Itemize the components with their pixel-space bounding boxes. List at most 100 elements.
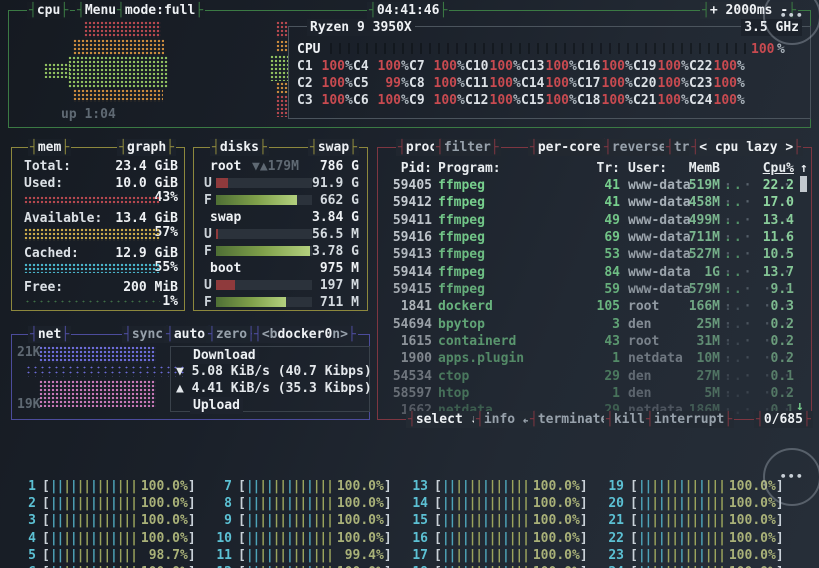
process-cpu: 22.2: [740, 177, 794, 194]
disk-used-value: 197 M: [320, 277, 359, 294]
process-row[interactable]: 1841 dockerd 105 root 166M · · · · .. 0.…: [378, 298, 811, 315]
core-meter-value: 100.0%: [530, 547, 580, 564]
core-label: C8: [409, 75, 433, 92]
process-row[interactable]: 59415 ffmpeg 59 www-data 579M · · · · ..…: [378, 281, 811, 298]
meter-close-bracket: ]: [776, 547, 784, 564]
process-row[interactable]: 59416 ffmpeg 69 www-data 711M · · · · ..…: [378, 229, 811, 246]
disk-free-bar: [216, 246, 312, 256]
meter-open-bracket: [: [630, 564, 638, 568]
core-meter-row: 6 [ ||||||||||||| 100.0% ]: [12, 564, 208, 568]
process-row[interactable]: 54694 bpytop 3 den 25M · · · · .. 0.2: [378, 316, 811, 333]
core-value: 100: [377, 58, 401, 75]
core-percent-sign: %: [513, 75, 521, 92]
meter-bar: |||||||||||||: [50, 495, 138, 512]
core-meter-value: 100.0%: [726, 530, 776, 547]
column-header-user[interactable]: User:: [628, 160, 667, 177]
meter-bar: |||||||||||||: [442, 495, 530, 512]
core-label: C21: [633, 92, 657, 109]
meter-bar: |||||||||||||: [638, 547, 726, 564]
disk-total: 3.84 G: [312, 209, 359, 226]
column-header-program[interactable]: Program:: [438, 160, 501, 177]
core-value: 100: [433, 75, 457, 92]
process-cpu: 0.1: [740, 368, 794, 385]
core-percent-sign: %: [401, 75, 409, 92]
core-usage-cell: C2 100 %: [297, 75, 353, 92]
proc-per-core-toggle[interactable]: per-core: [528, 139, 610, 156]
process-cpu: 9.1: [740, 281, 794, 298]
process-row[interactable]: 54534 ctop 29 den 27M · · · · .. 0.1: [378, 368, 811, 385]
process-row[interactable]: 1615 containerd 43 root 31M · · · · .. 0…: [378, 333, 811, 350]
core-percent-sign: %: [569, 92, 577, 109]
column-header-cpu[interactable]: Cpu%: [740, 160, 794, 177]
column-header-threads[interactable]: Tr:: [566, 160, 620, 177]
process-cpu: 0.2: [740, 385, 794, 402]
cpu-model-label: Ryzen 9 3950X: [307, 19, 415, 36]
core-label: C13: [521, 58, 545, 75]
core-percent-sign: %: [345, 58, 353, 75]
network-box: net sync auto zero <bdocker0n> 21K 19K D…: [11, 334, 370, 420]
net-zero-toggle[interactable]: zero: [206, 326, 257, 343]
proc-interrupt-button[interactable]: interrupt: [644, 411, 734, 428]
proc-scrollbar-thumb[interactable]: [800, 176, 807, 192]
mode-toggle[interactable]: mode:full: [115, 2, 205, 19]
core-number: 21: [600, 512, 624, 529]
meter-bar: |||||||||||||: [442, 530, 530, 547]
process-row[interactable]: 59414 ffmpeg 84 www-data 1G · · · · .. 1…: [378, 264, 811, 281]
core-label: C19: [633, 58, 657, 75]
disk-name: root: [210, 158, 241, 175]
core-meter-value: 98.7%: [138, 547, 188, 564]
core-number: 14: [404, 495, 428, 512]
proc-sort-selector[interactable]: < cpu lazy >: [689, 139, 803, 156]
htop-core-meters: 1 [ ||||||||||||| 100.0% ] 2 [ |||||||||…: [12, 476, 796, 568]
cpu-graph-segment: [276, 82, 288, 94]
core-value: 100: [713, 58, 737, 75]
core-value: 100: [657, 58, 681, 75]
process-row[interactable]: 59413 ffmpeg 53 www-data 527M · · · · ..…: [378, 246, 811, 263]
core-usage-cell: C9 100 %: [409, 92, 465, 109]
upload-speed: ▲ 4.41 KiB/s (35.3 Kibps): [176, 380, 372, 397]
core-meter-value: 100.0%: [530, 495, 580, 512]
core-usage-cell: C15 100 %: [521, 92, 577, 109]
core-label: C7: [409, 58, 433, 75]
proc-filter-button[interactable]: filter: [434, 139, 501, 156]
core-percent-sign: %: [513, 92, 521, 109]
process-threads: 59: [566, 281, 620, 298]
process-cpu: 0.3: [740, 298, 794, 315]
column-header-mem[interactable]: MemB: [668, 160, 720, 177]
process-row[interactable]: 59405 ffmpeg 41 www-data 519M · · · · ..…: [378, 177, 811, 194]
meter-close-bracket: ]: [580, 478, 588, 495]
process-threads: 3: [566, 316, 620, 333]
cpu-graph-segment: [68, 56, 168, 88]
core-meter-value: 100.0%: [530, 512, 580, 529]
interface-prev-key[interactable]: <b: [262, 327, 278, 342]
disks-swap-toggle[interactable]: swap: [308, 139, 359, 156]
core-meter-row: 17 [ ||||||||||||| 100.0% ]: [404, 547, 600, 564]
core-value: 100: [657, 92, 681, 109]
process-row[interactable]: 58597 htop 1 den 5M · · · · .. 0.2: [378, 385, 811, 402]
process-row[interactable]: 59412 ffmpeg 41 www-data 458M · · · · ..…: [378, 194, 811, 211]
more-dots-icon: •••: [780, 7, 804, 24]
process-cpu: 0.2: [740, 350, 794, 367]
meter-bar: |||||||||||||: [442, 564, 530, 568]
core-meter-value: 100.0%: [138, 495, 188, 512]
column-header-pid[interactable]: Pid:: [382, 160, 432, 177]
core-usage-cell: C12 100 %: [465, 92, 521, 109]
memory-graph-toggle[interactable]: graph: [117, 139, 176, 156]
meter-open-bracket: [: [630, 478, 638, 495]
process-row[interactable]: 1900 apps.plugin 1 netdata 10M · · · · .…: [378, 350, 811, 367]
process-row[interactable]: 59411 ffmpeg 49 www-data 499M · · · · ..…: [378, 212, 811, 229]
process-pid: 59405: [382, 177, 432, 194]
core-number: 7: [208, 478, 232, 495]
control-bar-toggle-bottom[interactable]: •••: [763, 448, 819, 506]
process-pid: 59415: [382, 281, 432, 298]
net-interface-switcher[interactable]: <bdocker0n>: [252, 326, 358, 343]
core-meter-value: 100.0%: [334, 512, 384, 529]
meter-open-bracket: [: [238, 547, 246, 564]
core-usage-cell: C17 100 %: [577, 75, 633, 92]
core-usage-cell: C5 99 %: [353, 75, 409, 92]
core-percent-sign: %: [513, 58, 521, 75]
interface-next-key[interactable]: n>: [332, 327, 348, 342]
core-percent-sign: %: [737, 92, 745, 109]
process-cpu: 11.6: [740, 229, 794, 246]
memory-box-title: mem: [28, 139, 71, 156]
